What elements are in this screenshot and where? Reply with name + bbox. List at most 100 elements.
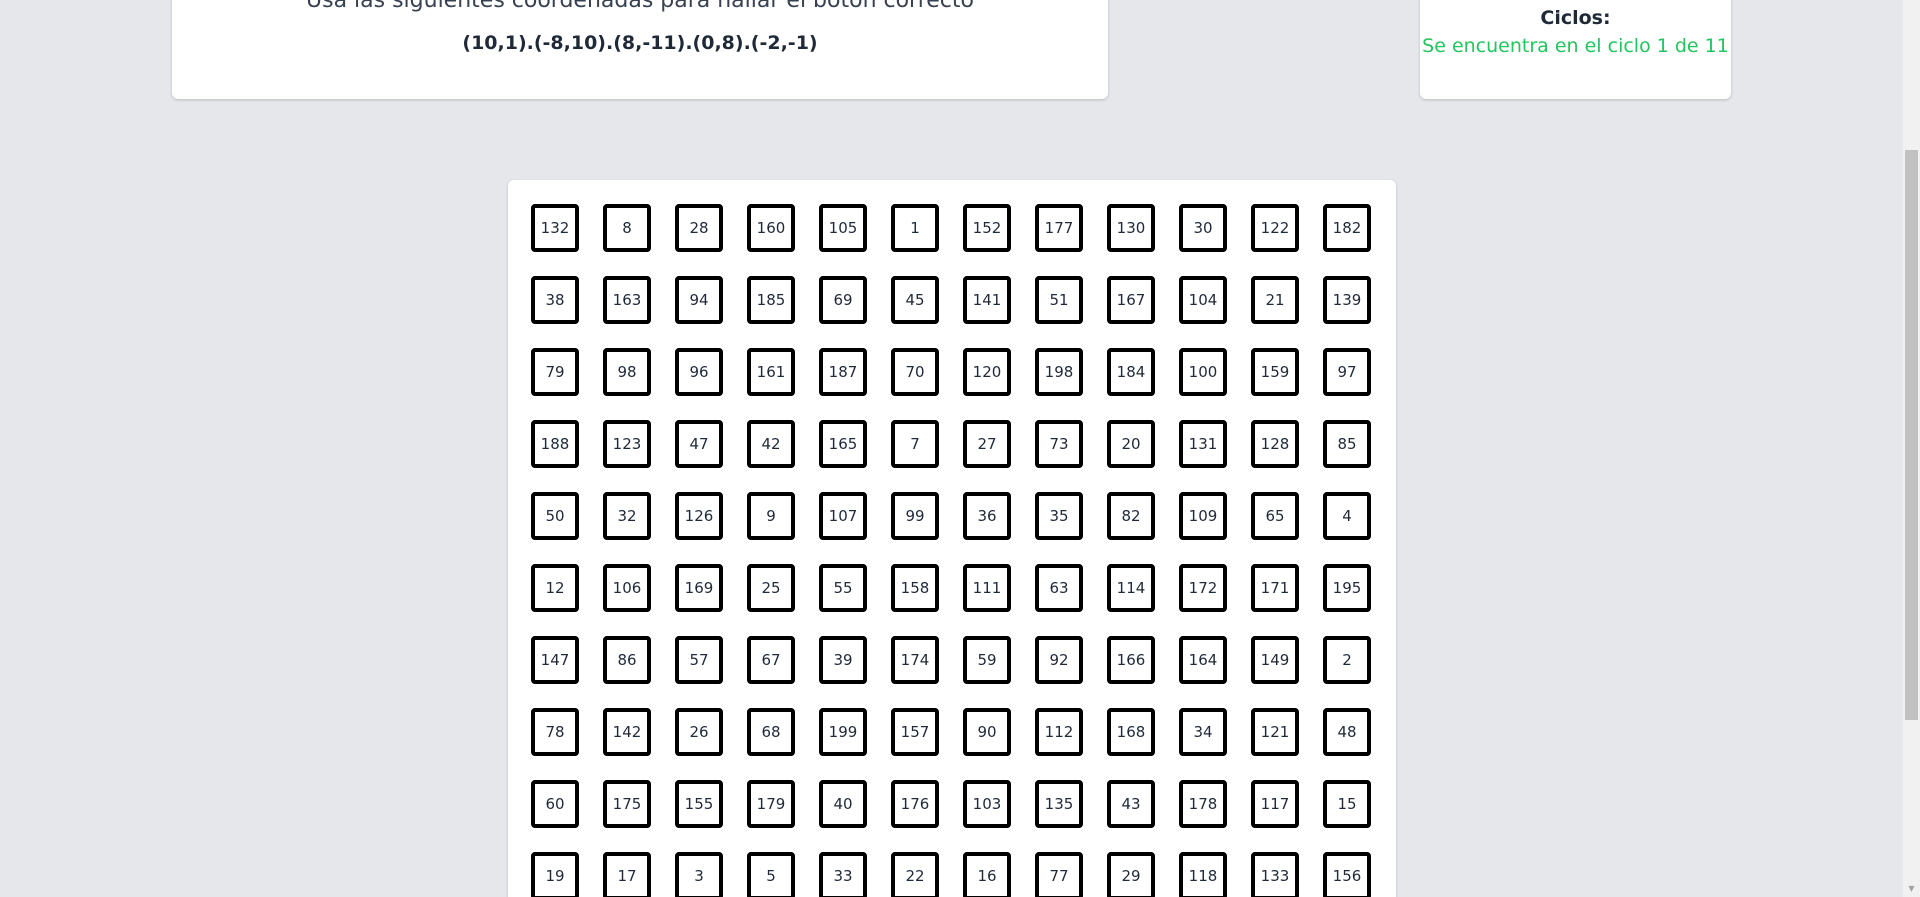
grid-button[interactable]: 188 — [531, 420, 579, 468]
grid-button[interactable]: 100 — [1179, 348, 1227, 396]
grid-button[interactable]: 19 — [531, 852, 579, 897]
grid-button[interactable]: 131 — [1179, 420, 1227, 468]
grid-button[interactable]: 152 — [963, 204, 1011, 252]
grid-button[interactable]: 12 — [531, 564, 579, 612]
grid-button[interactable]: 174 — [891, 636, 939, 684]
grid-button[interactable]: 65 — [1251, 492, 1299, 540]
grid-button[interactable]: 48 — [1323, 708, 1371, 756]
grid-button[interactable]: 2 — [1323, 636, 1371, 684]
grid-button[interactable]: 73 — [1035, 420, 1083, 468]
grid-button[interactable]: 156 — [1323, 852, 1371, 897]
grid-button[interactable]: 16 — [963, 852, 1011, 897]
grid-button[interactable]: 98 — [603, 348, 651, 396]
grid-button[interactable]: 85 — [1323, 420, 1371, 468]
grid-button[interactable]: 130 — [1107, 204, 1155, 252]
grid-button[interactable]: 166 — [1107, 636, 1155, 684]
grid-button[interactable]: 106 — [603, 564, 651, 612]
grid-button[interactable]: 50 — [531, 492, 579, 540]
grid-button[interactable]: 172 — [1179, 564, 1227, 612]
grid-button[interactable]: 117 — [1251, 780, 1299, 828]
grid-button[interactable]: 34 — [1179, 708, 1227, 756]
triangle-down-icon[interactable]: ▼ — [1903, 880, 1920, 897]
grid-button[interactable]: 45 — [891, 276, 939, 324]
grid-button[interactable]: 111 — [963, 564, 1011, 612]
grid-button[interactable]: 9 — [747, 492, 795, 540]
grid-button[interactable]: 176 — [891, 780, 939, 828]
grid-button[interactable]: 26 — [675, 708, 723, 756]
grid-button[interactable]: 7 — [891, 420, 939, 468]
grid-button[interactable]: 39 — [819, 636, 867, 684]
grid-button[interactable]: 160 — [747, 204, 795, 252]
grid-button[interactable]: 78 — [531, 708, 579, 756]
grid-button[interactable]: 29 — [1107, 852, 1155, 897]
grid-button[interactable]: 167 — [1107, 276, 1155, 324]
grid-button[interactable]: 70 — [891, 348, 939, 396]
grid-button[interactable]: 109 — [1179, 492, 1227, 540]
grid-button[interactable]: 161 — [747, 348, 795, 396]
grid-button[interactable]: 121 — [1251, 708, 1299, 756]
grid-button[interactable]: 120 — [963, 348, 1011, 396]
grid-button[interactable]: 159 — [1251, 348, 1299, 396]
grid-button[interactable]: 36 — [963, 492, 1011, 540]
grid-button[interactable]: 104 — [1179, 276, 1227, 324]
grid-button[interactable]: 182 — [1323, 204, 1371, 252]
grid-button[interactable]: 105 — [819, 204, 867, 252]
grid-button[interactable]: 92 — [1035, 636, 1083, 684]
grid-button[interactable]: 175 — [603, 780, 651, 828]
grid-button[interactable]: 155 — [675, 780, 723, 828]
grid-button[interactable]: 68 — [747, 708, 795, 756]
grid-button[interactable]: 185 — [747, 276, 795, 324]
grid-button[interactable]: 86 — [603, 636, 651, 684]
grid-button[interactable]: 195 — [1323, 564, 1371, 612]
grid-button[interactable]: 99 — [891, 492, 939, 540]
grid-button[interactable]: 20 — [1107, 420, 1155, 468]
grid-button[interactable]: 22 — [891, 852, 939, 897]
grid-button[interactable]: 177 — [1035, 204, 1083, 252]
grid-button[interactable]: 79 — [531, 348, 579, 396]
grid-button[interactable]: 57 — [675, 636, 723, 684]
grid-button[interactable]: 184 — [1107, 348, 1155, 396]
grid-button[interactable]: 107 — [819, 492, 867, 540]
grid-button[interactable]: 42 — [747, 420, 795, 468]
grid-button[interactable]: 3 — [675, 852, 723, 897]
grid-button[interactable]: 17 — [603, 852, 651, 897]
grid-button[interactable]: 60 — [531, 780, 579, 828]
grid-button[interactable]: 147 — [531, 636, 579, 684]
grid-button[interactable]: 133 — [1251, 852, 1299, 897]
grid-button[interactable]: 63 — [1035, 564, 1083, 612]
grid-button[interactable]: 82 — [1107, 492, 1155, 540]
grid-button[interactable]: 33 — [819, 852, 867, 897]
grid-button[interactable]: 38 — [531, 276, 579, 324]
grid-button[interactable]: 114 — [1107, 564, 1155, 612]
grid-button[interactable]: 30 — [1179, 204, 1227, 252]
grid-button[interactable]: 179 — [747, 780, 795, 828]
grid-button[interactable]: 40 — [819, 780, 867, 828]
grid-button[interactable]: 90 — [963, 708, 1011, 756]
grid-button[interactable]: 163 — [603, 276, 651, 324]
grid-button[interactable]: 28 — [675, 204, 723, 252]
grid-button[interactable]: 112 — [1035, 708, 1083, 756]
grid-button[interactable]: 126 — [675, 492, 723, 540]
grid-button[interactable]: 142 — [603, 708, 651, 756]
grid-button[interactable]: 21 — [1251, 276, 1299, 324]
grid-button[interactable]: 77 — [1035, 852, 1083, 897]
vertical-scrollbar[interactable]: ▼ — [1903, 0, 1920, 897]
grid-button[interactable]: 171 — [1251, 564, 1299, 612]
grid-button[interactable]: 187 — [819, 348, 867, 396]
grid-button[interactable]: 141 — [963, 276, 1011, 324]
grid-button[interactable]: 4 — [1323, 492, 1371, 540]
grid-button[interactable]: 169 — [675, 564, 723, 612]
grid-button[interactable]: 128 — [1251, 420, 1299, 468]
grid-button[interactable]: 135 — [1035, 780, 1083, 828]
grid-button[interactable]: 5 — [747, 852, 795, 897]
grid-button[interactable]: 67 — [747, 636, 795, 684]
grid-button[interactable]: 165 — [819, 420, 867, 468]
scrollbar-thumb[interactable] — [1905, 150, 1918, 720]
grid-button[interactable]: 123 — [603, 420, 651, 468]
grid-button[interactable]: 35 — [1035, 492, 1083, 540]
grid-button[interactable]: 122 — [1251, 204, 1299, 252]
grid-button[interactable]: 69 — [819, 276, 867, 324]
grid-button[interactable]: 8 — [603, 204, 651, 252]
grid-button[interactable]: 149 — [1251, 636, 1299, 684]
grid-button[interactable]: 97 — [1323, 348, 1371, 396]
